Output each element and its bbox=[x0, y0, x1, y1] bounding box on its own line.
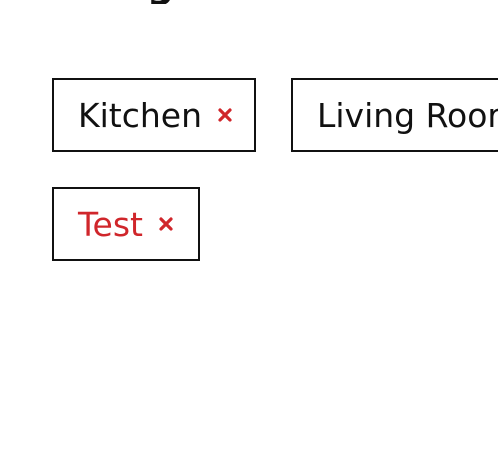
tag-test[interactable]: Test bbox=[52, 187, 200, 261]
close-icon bbox=[218, 108, 232, 122]
page-heading-fragment: g bbox=[147, 0, 181, 4]
remove-tag-button[interactable] bbox=[155, 213, 177, 235]
tag-kitchen[interactable]: Kitchen bbox=[52, 78, 256, 152]
close-icon bbox=[159, 217, 173, 231]
tag-living-room[interactable]: Living Roor bbox=[291, 78, 498, 152]
remove-tag-button[interactable] bbox=[214, 104, 236, 126]
page-heading-text: g bbox=[147, 0, 174, 3]
tag-label: Kitchen bbox=[78, 95, 203, 135]
tag-label: Living Roor bbox=[317, 95, 498, 135]
tag-label: Test bbox=[78, 204, 143, 244]
